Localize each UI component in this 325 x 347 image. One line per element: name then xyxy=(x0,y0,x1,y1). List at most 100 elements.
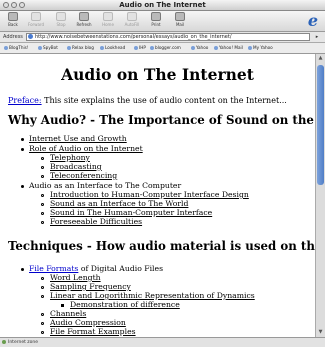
link-telephony[interactable]: Telephony xyxy=(50,153,90,162)
back-button[interactable]: Back xyxy=(2,12,24,27)
bookmark-icon xyxy=(38,46,42,50)
title-bar: Audio on The Internet xyxy=(0,0,325,11)
autofill-label: AutoFill xyxy=(124,22,140,27)
stop-icon xyxy=(56,12,66,21)
preface-paragraph: Preface: This site explains the use of a… xyxy=(8,96,287,105)
bookmark-icon xyxy=(100,46,104,50)
bookmark-icon xyxy=(150,46,154,50)
page-content: Audio on The Internet Preface: This site… xyxy=(0,54,315,337)
stop-button[interactable]: Stop xyxy=(50,12,72,27)
bullet xyxy=(21,148,24,151)
bullet xyxy=(41,166,44,169)
refresh-button[interactable]: Refresh xyxy=(73,12,95,27)
bullet xyxy=(41,277,44,280)
favorite-item[interactable]: Relax blog xyxy=(67,43,94,53)
bullet xyxy=(21,185,24,188)
mail-button[interactable]: Mail xyxy=(169,12,191,27)
favorite-item[interactable]: Lookhead xyxy=(100,43,125,53)
address-label: Address xyxy=(3,34,23,40)
bullet xyxy=(41,331,44,334)
link-role-of-audio[interactable]: Role of Audio on the Internet xyxy=(29,144,143,153)
link-sound-hci[interactable]: Sound in The Human-Computer Interface xyxy=(50,208,212,217)
bullet xyxy=(41,313,44,316)
bullet xyxy=(21,268,24,271)
link-intro-hci[interactable]: Introduction to Human-Computer Interface… xyxy=(50,190,249,199)
link-broadcasting[interactable]: Broadcasting xyxy=(50,162,102,171)
link-teleconferencing[interactable]: Teleconferencing xyxy=(50,171,117,180)
preface-text: This site explains the use of audio cont… xyxy=(41,96,287,105)
link-difficulties[interactable]: Foreseeable Difficulties xyxy=(50,217,142,226)
print-button[interactable]: Print xyxy=(145,12,167,27)
favorite-item[interactable]: Yahoo! Mail xyxy=(214,43,243,53)
link-channels[interactable]: Channels xyxy=(50,309,86,318)
toolbar: Back Forward Stop Refresh Home AutoFill … xyxy=(0,11,325,32)
bookmark-icon xyxy=(134,46,138,50)
mail-icon xyxy=(175,12,185,21)
vertical-scrollbar[interactable]: ▲ ▼ xyxy=(315,54,325,337)
printer-icon xyxy=(151,12,161,21)
bullet xyxy=(41,194,44,197)
bullet xyxy=(41,221,44,224)
bullet xyxy=(41,286,44,289)
status-bar: Internet zone xyxy=(0,337,325,347)
home-icon xyxy=(103,12,113,21)
bullet xyxy=(41,157,44,160)
favorite-item[interactable]: SpyBot xyxy=(38,43,58,53)
favorite-item[interactable]: blogger.com xyxy=(150,43,181,53)
bullet xyxy=(41,212,44,215)
why-audio-heading: Why Audio? - The Importance of Sound on … xyxy=(8,113,315,127)
link-sound-world[interactable]: Sound as an Interface to The World xyxy=(50,199,188,208)
refresh-label: Refresh xyxy=(76,22,92,27)
bullet xyxy=(41,203,44,206)
bullet xyxy=(21,138,24,141)
link-file-formats[interactable]: File Formats xyxy=(29,264,78,273)
stop-label: Stop xyxy=(56,22,66,27)
mail-label: Mail xyxy=(175,22,185,27)
link-compression[interactable]: Audio Compression xyxy=(50,318,126,327)
bookmark-icon xyxy=(191,46,195,50)
home-label: Home xyxy=(102,22,114,27)
favorite-item[interactable]: IHP xyxy=(134,43,146,53)
autofill-icon xyxy=(127,12,137,21)
browser-window: Audio on The Internet Back Forward Stop … xyxy=(0,0,325,347)
link-linear-log[interactable]: Linear and Logorithmic Representation of… xyxy=(50,291,255,300)
bullet xyxy=(41,295,44,298)
scroll-down-icon[interactable]: ▼ xyxy=(316,328,325,337)
browser-logo-icon: e xyxy=(307,11,319,30)
autofill-button[interactable]: AutoFill xyxy=(121,12,143,27)
go-icon[interactable]: ▸ xyxy=(312,33,322,41)
forward-arrow-icon xyxy=(31,12,41,21)
techniques-heading: Techniques - How audio material is used … xyxy=(8,239,315,253)
bookmark-icon xyxy=(4,46,8,50)
bookmark-icon xyxy=(214,46,218,50)
window-title: Audio on The Internet xyxy=(119,1,206,9)
link-sampling[interactable]: Sampling Frequency xyxy=(50,282,131,291)
address-bar: Address http://www.noisebetweenstations.… xyxy=(0,32,325,43)
link-format-examples[interactable]: File Format Examples xyxy=(50,327,136,336)
back-label: Back xyxy=(8,22,18,27)
favorites-bar: BlogThis! SpyBot Relax blog Lookhead IHP… xyxy=(0,43,325,54)
zone-icon xyxy=(2,340,6,344)
home-button[interactable]: Home xyxy=(97,12,119,27)
bookmark-icon xyxy=(67,46,71,50)
favorite-item[interactable]: My Yahoo xyxy=(248,43,273,53)
link-demonstration[interactable]: Demonstration of difference xyxy=(70,300,180,309)
preface-link[interactable]: Preface: xyxy=(8,96,42,105)
link-word-length[interactable]: Word Length xyxy=(50,273,101,282)
forward-label: Forward xyxy=(27,22,45,27)
page-favicon-icon xyxy=(28,34,33,39)
refresh-icon xyxy=(79,12,89,21)
file-formats-item: File Formats of Digital Audio Files xyxy=(29,264,163,273)
page-title: Audio on The Internet xyxy=(61,65,254,84)
bullet xyxy=(41,322,44,325)
address-input[interactable]: http://www.noisebetweenstations.com/pers… xyxy=(26,33,310,41)
favorite-item[interactable]: Yahoo xyxy=(191,43,208,53)
link-internet-use[interactable]: Internet Use and Growth xyxy=(29,134,127,143)
print-label: Print xyxy=(151,22,161,27)
scroll-up-icon[interactable]: ▲ xyxy=(316,54,325,63)
audio-interface-item: Audio as an Interface to The Computer xyxy=(29,181,182,190)
bullet xyxy=(41,175,44,178)
forward-button[interactable]: Forward xyxy=(25,12,47,27)
scroll-thumb[interactable] xyxy=(317,65,324,185)
favorite-item[interactable]: BlogThis! xyxy=(4,43,29,53)
